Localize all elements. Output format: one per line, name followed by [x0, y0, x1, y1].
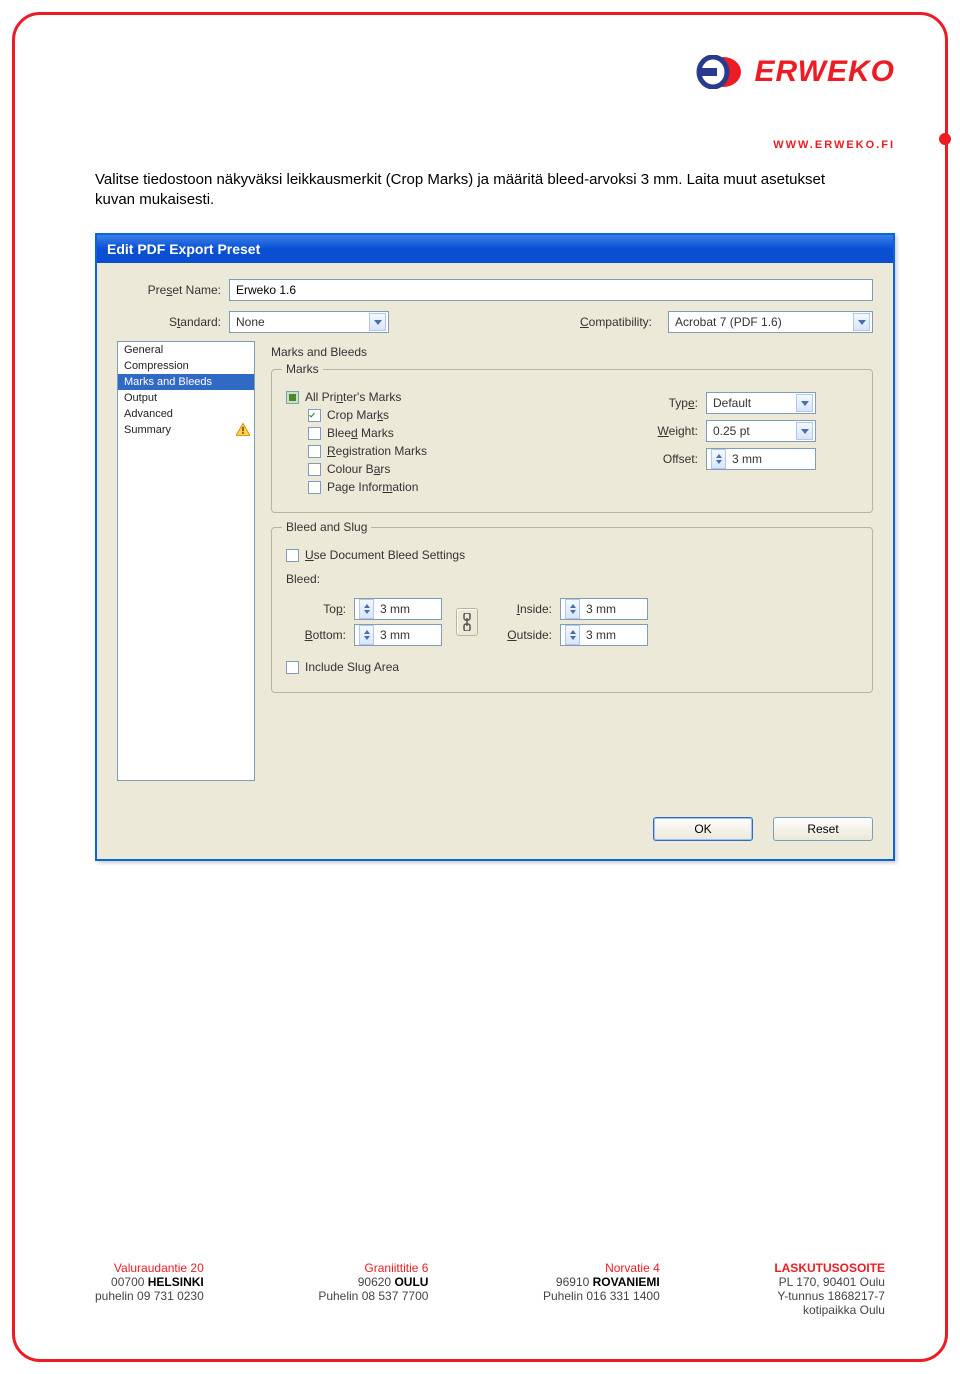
sidebar-item-general[interactable]: General: [118, 342, 254, 358]
marks-legend: Marks: [282, 362, 323, 376]
chevron-down-icon: [796, 422, 813, 440]
brand-logo: ERWEKO: [695, 55, 895, 89]
offset-spinner[interactable]: 3 mm: [706, 448, 816, 470]
standard-select[interactable]: None: [229, 311, 389, 333]
bleed-marks-label: Bleed Marks: [327, 426, 394, 440]
bleed-outside-spinner[interactable]: 3 mm: [560, 624, 648, 646]
spinner-arrows-icon[interactable]: [565, 599, 580, 619]
sidebar-item-compression[interactable]: Compression: [118, 358, 254, 374]
offset-label: Offset:: [638, 452, 698, 466]
page-info-checkbox[interactable]: [308, 481, 321, 494]
crop-marks-label: Crop Marks: [327, 408, 389, 422]
preset-name-input[interactable]: [229, 279, 873, 301]
page-info-label: Page Information: [327, 480, 418, 494]
compatibility-select[interactable]: Acrobat 7 (PDF 1.6): [668, 311, 873, 333]
standard-value: None: [236, 315, 265, 329]
chevron-down-icon: [369, 313, 386, 331]
footer-billing: LASKUTUSOSOITE PL 170, 90401 Oulu Y-tunn…: [774, 1261, 885, 1317]
bleed-slug-legend: Bleed and Slug: [282, 520, 371, 534]
compatibility-value: Acrobat 7 (PDF 1.6): [675, 315, 782, 329]
include-slug-label: Include Slug Area: [305, 660, 399, 674]
sidebar-item-advanced[interactable]: Advanced: [118, 406, 254, 422]
sidebar-item-marks-bleeds[interactable]: Marks and Bleeds: [118, 374, 254, 390]
use-doc-bleed-checkbox[interactable]: [286, 549, 299, 562]
footer-helsinki: Valuraudantie 20 00700 HELSINKI puhelin …: [95, 1261, 204, 1317]
erweko-logo-icon: [695, 55, 745, 89]
footer-oulu: Graniittitie 6 90620 OULU Puhelin 08 537…: [318, 1261, 428, 1317]
marks-group: Marks All Printer's Marks: [271, 369, 873, 513]
standard-label: Standard:: [117, 315, 229, 329]
brand-url: WWW.ERWEKO.FI: [773, 139, 895, 151]
bleed-slug-group: Bleed and Slug Use Document Bleed Settin…: [271, 527, 873, 693]
bleed-top-label: Top:: [286, 602, 346, 616]
spinner-arrows-icon[interactable]: [359, 625, 374, 645]
category-sidebar[interactable]: General Compression Marks and Bleeds Out…: [117, 341, 255, 781]
type-select[interactable]: Default: [706, 392, 816, 414]
spinner-arrows-icon[interactable]: [359, 599, 374, 619]
weight-select[interactable]: 0.25 pt: [706, 420, 816, 442]
chevron-down-icon: [796, 394, 813, 412]
bleed-bottom-label: Bottom:: [286, 628, 346, 642]
instructions-text: Valitse tiedostoon näkyväksi leikkausmer…: [95, 170, 865, 209]
bleed-outside-label: Outside:: [492, 628, 552, 642]
bleed-heading: Bleed:: [286, 572, 858, 586]
export-preset-dialog: Edit PDF Export Preset Preset Name: Stan…: [95, 233, 895, 861]
compatibility-label: Compatibility:: [580, 315, 660, 329]
registration-marks-checkbox[interactable]: [308, 445, 321, 458]
colour-bars-label: Colour Bars: [327, 462, 390, 476]
spinner-arrows-icon[interactable]: [711, 449, 726, 469]
all-printers-marks-checkbox[interactable]: [286, 391, 299, 404]
chevron-down-icon: [853, 313, 870, 331]
brand-name: ERWEKO: [755, 55, 895, 89]
spinner-arrows-icon[interactable]: [565, 625, 580, 645]
panel-title: Marks and Bleeds: [271, 345, 873, 359]
bleed-marks-checkbox[interactable]: [308, 427, 321, 440]
reset-button[interactable]: Reset: [773, 817, 873, 841]
footer-rovaniemi: Norvatie 4 96910 ROVANIEMI Puhelin 016 3…: [543, 1261, 660, 1317]
colour-bars-checkbox[interactable]: [308, 463, 321, 476]
bleed-top-spinner[interactable]: 3 mm: [354, 598, 442, 620]
crop-marks-checkbox[interactable]: [308, 409, 321, 422]
link-icon: [462, 613, 472, 631]
link-values-button[interactable]: [456, 608, 478, 636]
all-printers-marks-label: All Printer's Marks: [305, 390, 401, 404]
bleed-inside-spinner[interactable]: 3 mm: [560, 598, 648, 620]
registration-marks-label: Registration Marks: [327, 444, 427, 458]
bleed-inside-label: Inside:: [492, 602, 552, 616]
use-doc-bleed-label: Use Document Bleed Settings: [305, 548, 465, 562]
type-label: Type:: [638, 396, 698, 410]
dialog-title: Edit PDF Export Preset: [97, 235, 893, 263]
bleed-bottom-spinner[interactable]: 3 mm: [354, 624, 442, 646]
preset-name-label: Preset Name:: [117, 283, 229, 297]
footer: Valuraudantie 20 00700 HELSINKI puhelin …: [95, 1261, 885, 1317]
weight-label: Weight:: [638, 424, 698, 438]
sidebar-item-output[interactable]: Output: [118, 390, 254, 406]
sidebar-item-summary[interactable]: Summary: [118, 422, 254, 438]
warning-icon: [236, 423, 250, 436]
include-slug-checkbox[interactable]: [286, 661, 299, 674]
ok-button[interactable]: OK: [653, 817, 753, 841]
